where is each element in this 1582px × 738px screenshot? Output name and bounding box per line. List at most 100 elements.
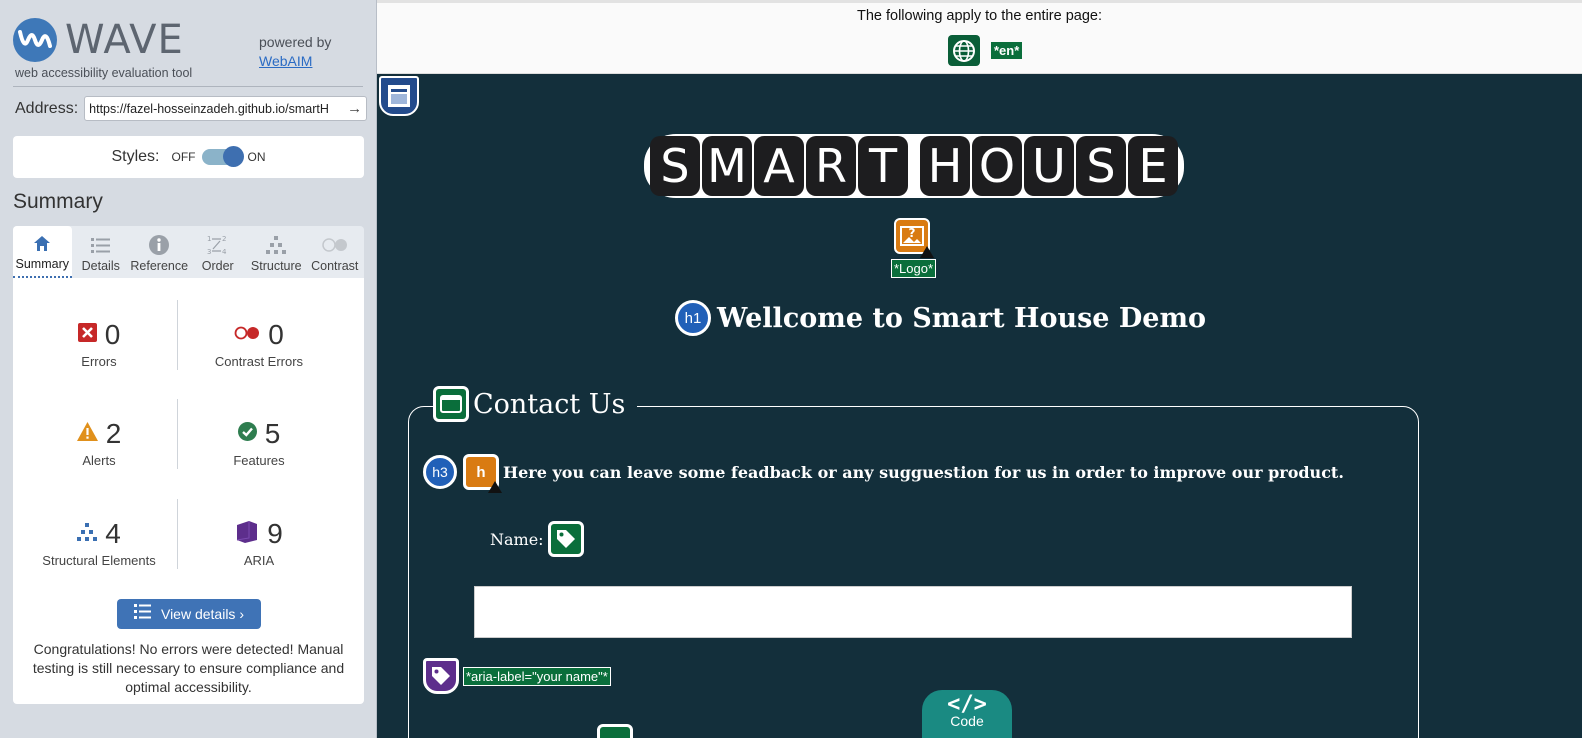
tab-structure[interactable]: Structure — [247, 226, 306, 278]
svg-text:4: 4 — [222, 248, 227, 255]
svg-text:3: 3 — [207, 248, 211, 255]
tab-label: Structure — [250, 259, 302, 273]
logo-letter: M — [702, 136, 752, 196]
heading-3-row: h3 h Here you can leave some feadback or… — [423, 454, 1344, 493]
language-tag: *en* — [991, 42, 1023, 59]
page-level-banner: The following apply to the entire page: … — [377, 0, 1582, 74]
congrats-message: Congratulations! No errors were detected… — [32, 641, 345, 695]
alert-icon — [76, 422, 98, 446]
stat-structural[interactable]: 4 Structural Elements — [19, 517, 179, 568]
legend-text: Contact Us — [473, 388, 626, 420]
home-icon — [33, 232, 51, 254]
errors-count: 0 — [104, 319, 121, 350]
arrow-right-icon[interactable]: → — [347, 100, 362, 117]
name-input[interactable] — [474, 586, 1352, 638]
summary-panel: 0 Errors 0 Contrast Errors 2 Alerts 5 Fe… — [13, 278, 364, 704]
structure-icon — [77, 522, 98, 546]
warning-triangle-icon — [488, 481, 502, 493]
styles-toggle[interactable] — [201, 146, 244, 167]
logo-letter: R — [806, 136, 856, 196]
h1-badge-icon[interactable]: h1 — [675, 300, 711, 336]
alt-text-label: *Logo* — [891, 259, 937, 278]
alerts-count: 2 — [105, 418, 122, 449]
form-label-icon[interactable] — [597, 724, 633, 738]
fieldset-icon[interactable] — [433, 386, 469, 422]
styles-toggle-card: Styles: OFF ON — [13, 136, 364, 178]
suspicious-alt-icon[interactable]: ? — [894, 218, 934, 258]
address-label: Address: — [15, 99, 79, 117]
h3-badge-icon[interactable]: h3 — [423, 455, 457, 489]
panel-tabs: Summary Details Reference 1 2 3 4 Order Str… — [13, 226, 364, 278]
region-icon[interactable] — [379, 76, 419, 116]
name-label-row: Name: — [490, 521, 584, 557]
aria-label: ARIA — [243, 553, 275, 568]
tab-details[interactable]: Details — [72, 226, 131, 278]
address-input[interactable]: https://fazel-hosseinzadeh.github.io/sma… — [84, 96, 368, 121]
possible-heading-icon[interactable]: h — [463, 454, 502, 493]
list-icon — [133, 604, 151, 624]
stat-alerts[interactable]: 2 Alerts — [19, 417, 179, 468]
form-label-icon[interactable] — [547, 521, 584, 557]
page-heading: Wellcome to Smart House Demo — [717, 302, 1207, 334]
error-icon — [77, 323, 97, 347]
banner-text: The following apply to the entire page: — [856, 8, 1103, 24]
logo-letter: T — [858, 136, 908, 196]
tab-reference[interactable]: Reference — [130, 226, 189, 278]
order-icon: 1 2 3 4 — [207, 234, 229, 256]
features-count: 5 — [264, 418, 281, 449]
summary-heading: Summary — [13, 190, 103, 213]
aria-label-row: *aria-label="your name"* — [423, 658, 611, 694]
features-label: Features — [233, 453, 285, 468]
divider — [13, 86, 363, 87]
aria-label-icon[interactable] — [423, 658, 459, 694]
powered-by: powered by WebAIM — [259, 33, 331, 71]
logo-letter: H — [920, 136, 970, 196]
name-label: Name: — [490, 529, 544, 549]
logo-gap — [910, 136, 918, 196]
tab-contrast[interactable]: Contrast — [306, 226, 365, 278]
tab-summary[interactable]: Summary — [13, 226, 72, 278]
address-row: Address: https://fazel-hosseinzadeh.gith… — [15, 96, 368, 121]
code-toggle-button[interactable]: </> Code — [922, 690, 1012, 738]
info-icon — [149, 234, 170, 256]
wave-brand[interactable]: WAVE — [13, 17, 184, 63]
stat-errors[interactable]: 0 Errors — [19, 318, 179, 369]
stat-aria[interactable]: 9 ARIA — [179, 517, 339, 568]
address-value[interactable]: https://fazel-hosseinzadeh.github.io/sma… — [89, 102, 344, 116]
aria-count: 9 — [267, 518, 283, 549]
logo-letter: E — [1128, 136, 1178, 196]
heading-1-row: h1 Wellcome to Smart House Demo — [675, 300, 1206, 336]
errors-label: Errors — [81, 354, 117, 369]
feature-check-icon — [237, 422, 257, 446]
structure-icon — [266, 234, 287, 256]
stat-contrast-errors[interactable]: 0 Contrast Errors — [179, 318, 339, 369]
tab-label: Details — [81, 259, 120, 273]
banner-icons: *en* — [948, 35, 1023, 66]
logo-letter: O — [972, 136, 1022, 196]
structural-label: Structural Elements — [42, 553, 156, 568]
view-details-button[interactable]: View details › — [117, 599, 261, 629]
contrast-error-icon — [234, 326, 260, 345]
stat-features[interactable]: 5 Features — [179, 417, 339, 468]
code-label: Code — [950, 713, 984, 729]
styles-on-label: ON — [247, 150, 266, 164]
site-logo: S M A R T H O U S E — [644, 134, 1184, 198]
tab-label: Contrast — [311, 259, 359, 273]
webaim-link[interactable]: WebAIM — [259, 52, 331, 71]
logo-letter: U — [1024, 136, 1074, 196]
wave-logo-icon — [13, 18, 57, 62]
sub-heading: Here you can leave some feadback or any … — [503, 462, 1344, 482]
toggle-knob[interactable] — [222, 146, 244, 167]
tab-label: Summary — [15, 257, 69, 271]
contrast-icon — [322, 234, 348, 256]
language-globe-icon[interactable] — [948, 35, 980, 66]
wave-sidebar: WAVE web accessibility evaluation tool p… — [0, 0, 377, 738]
powered-by-text: powered by — [259, 34, 332, 50]
svg-text:1: 1 — [207, 235, 211, 243]
aria-icon — [235, 520, 259, 549]
logo-letter: A — [754, 136, 804, 196]
tab-order[interactable]: 1 2 3 4 Order — [189, 226, 248, 278]
evaluated-page: S M A R T H O U S E ? *Logo* h1 Wellcome… — [377, 74, 1582, 738]
view-details-label: View details › — [160, 606, 244, 622]
alerts-label: Alerts — [82, 453, 116, 468]
